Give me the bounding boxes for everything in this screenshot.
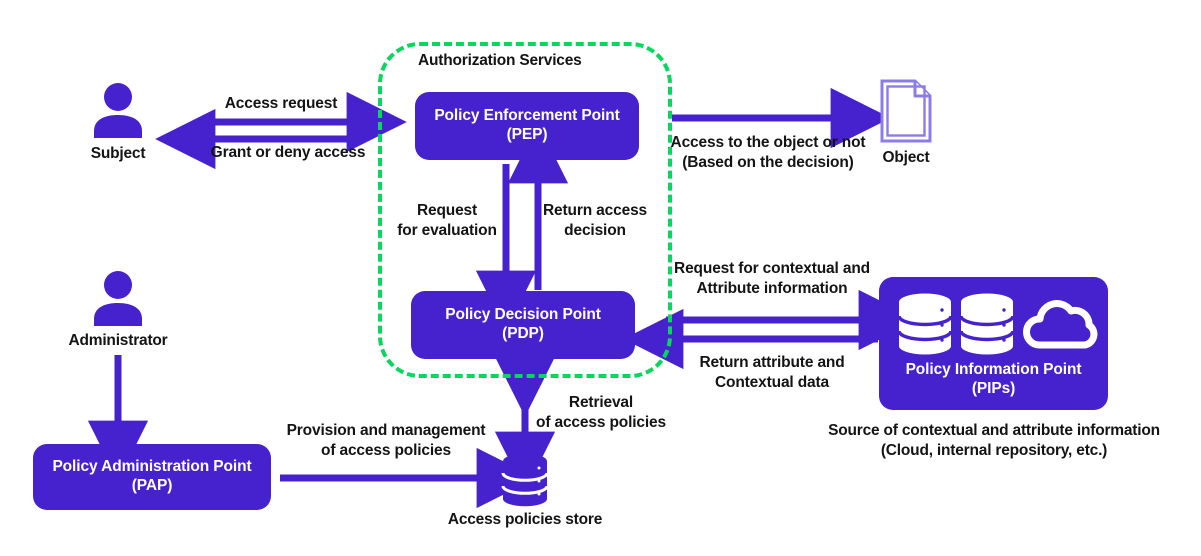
- edge-label-return-attribute: Return attribute and Contextual data: [699, 354, 845, 391]
- edge-label-provision-management: Provision and management of access polic…: [286, 422, 486, 459]
- pdp-label-line2: (PDP): [502, 325, 544, 342]
- cloud-icon: [1022, 300, 1097, 349]
- pip-label-line1: Policy Information Point: [905, 361, 1082, 378]
- node-policy-administration-point[interactable]: Policy Administration Point (PAP): [33, 444, 271, 510]
- edge-label-return-access-decision: Return access decision: [542, 202, 648, 239]
- edge-label-request-contextual: Request for contextual and Attribute inf…: [674, 260, 870, 297]
- policy-store-database-icon: [500, 453, 550, 507]
- pap-label-line2: (PAP): [131, 477, 173, 494]
- edge-label-access-to-object: Access to the object or not (Based on th…: [670, 134, 866, 171]
- administrator-person-icon: [92, 271, 144, 326]
- pip-source-caption: Source of contextual and attribute infor…: [828, 422, 1160, 459]
- node-policy-information-point[interactable]: Policy Information Point (PIPs): [879, 277, 1108, 410]
- edge-label-grant-or-deny: Grant or deny access: [210, 144, 366, 161]
- pdp-label-line1: Policy Decision Point: [445, 306, 601, 324]
- subject-label: Subject: [90, 145, 146, 162]
- pep-label-line1: Policy Enforcement Point: [434, 107, 620, 125]
- pip-icon-row: [879, 293, 1108, 355]
- pap-label-line1: Policy Administration Point: [52, 458, 252, 476]
- policy-store-label: Access policies store: [447, 511, 603, 528]
- edge-label-access-request: Access request: [224, 95, 338, 112]
- administrator-label: Administrator: [68, 332, 168, 349]
- edge-label-request-for-evaluation: Request for evaluation: [397, 202, 497, 239]
- pip-label-line2: (PIPs): [971, 379, 1016, 397]
- node-policy-decision-point[interactable]: Policy Decision Point (PDP): [411, 291, 635, 359]
- subject-person-icon: [92, 83, 144, 138]
- diagram-canvas: Authorization Services Policy Enforcemen…: [0, 0, 1201, 556]
- object-document-icon: [879, 78, 933, 144]
- pep-label-line2: (PEP): [506, 126, 548, 143]
- authorization-services-title: Authorization Services: [418, 52, 582, 69]
- node-policy-enforcement-point[interactable]: Policy Enforcement Point (PEP): [415, 92, 639, 160]
- edge-label-retrieval-policies: Retrieval of access policies: [536, 394, 666, 431]
